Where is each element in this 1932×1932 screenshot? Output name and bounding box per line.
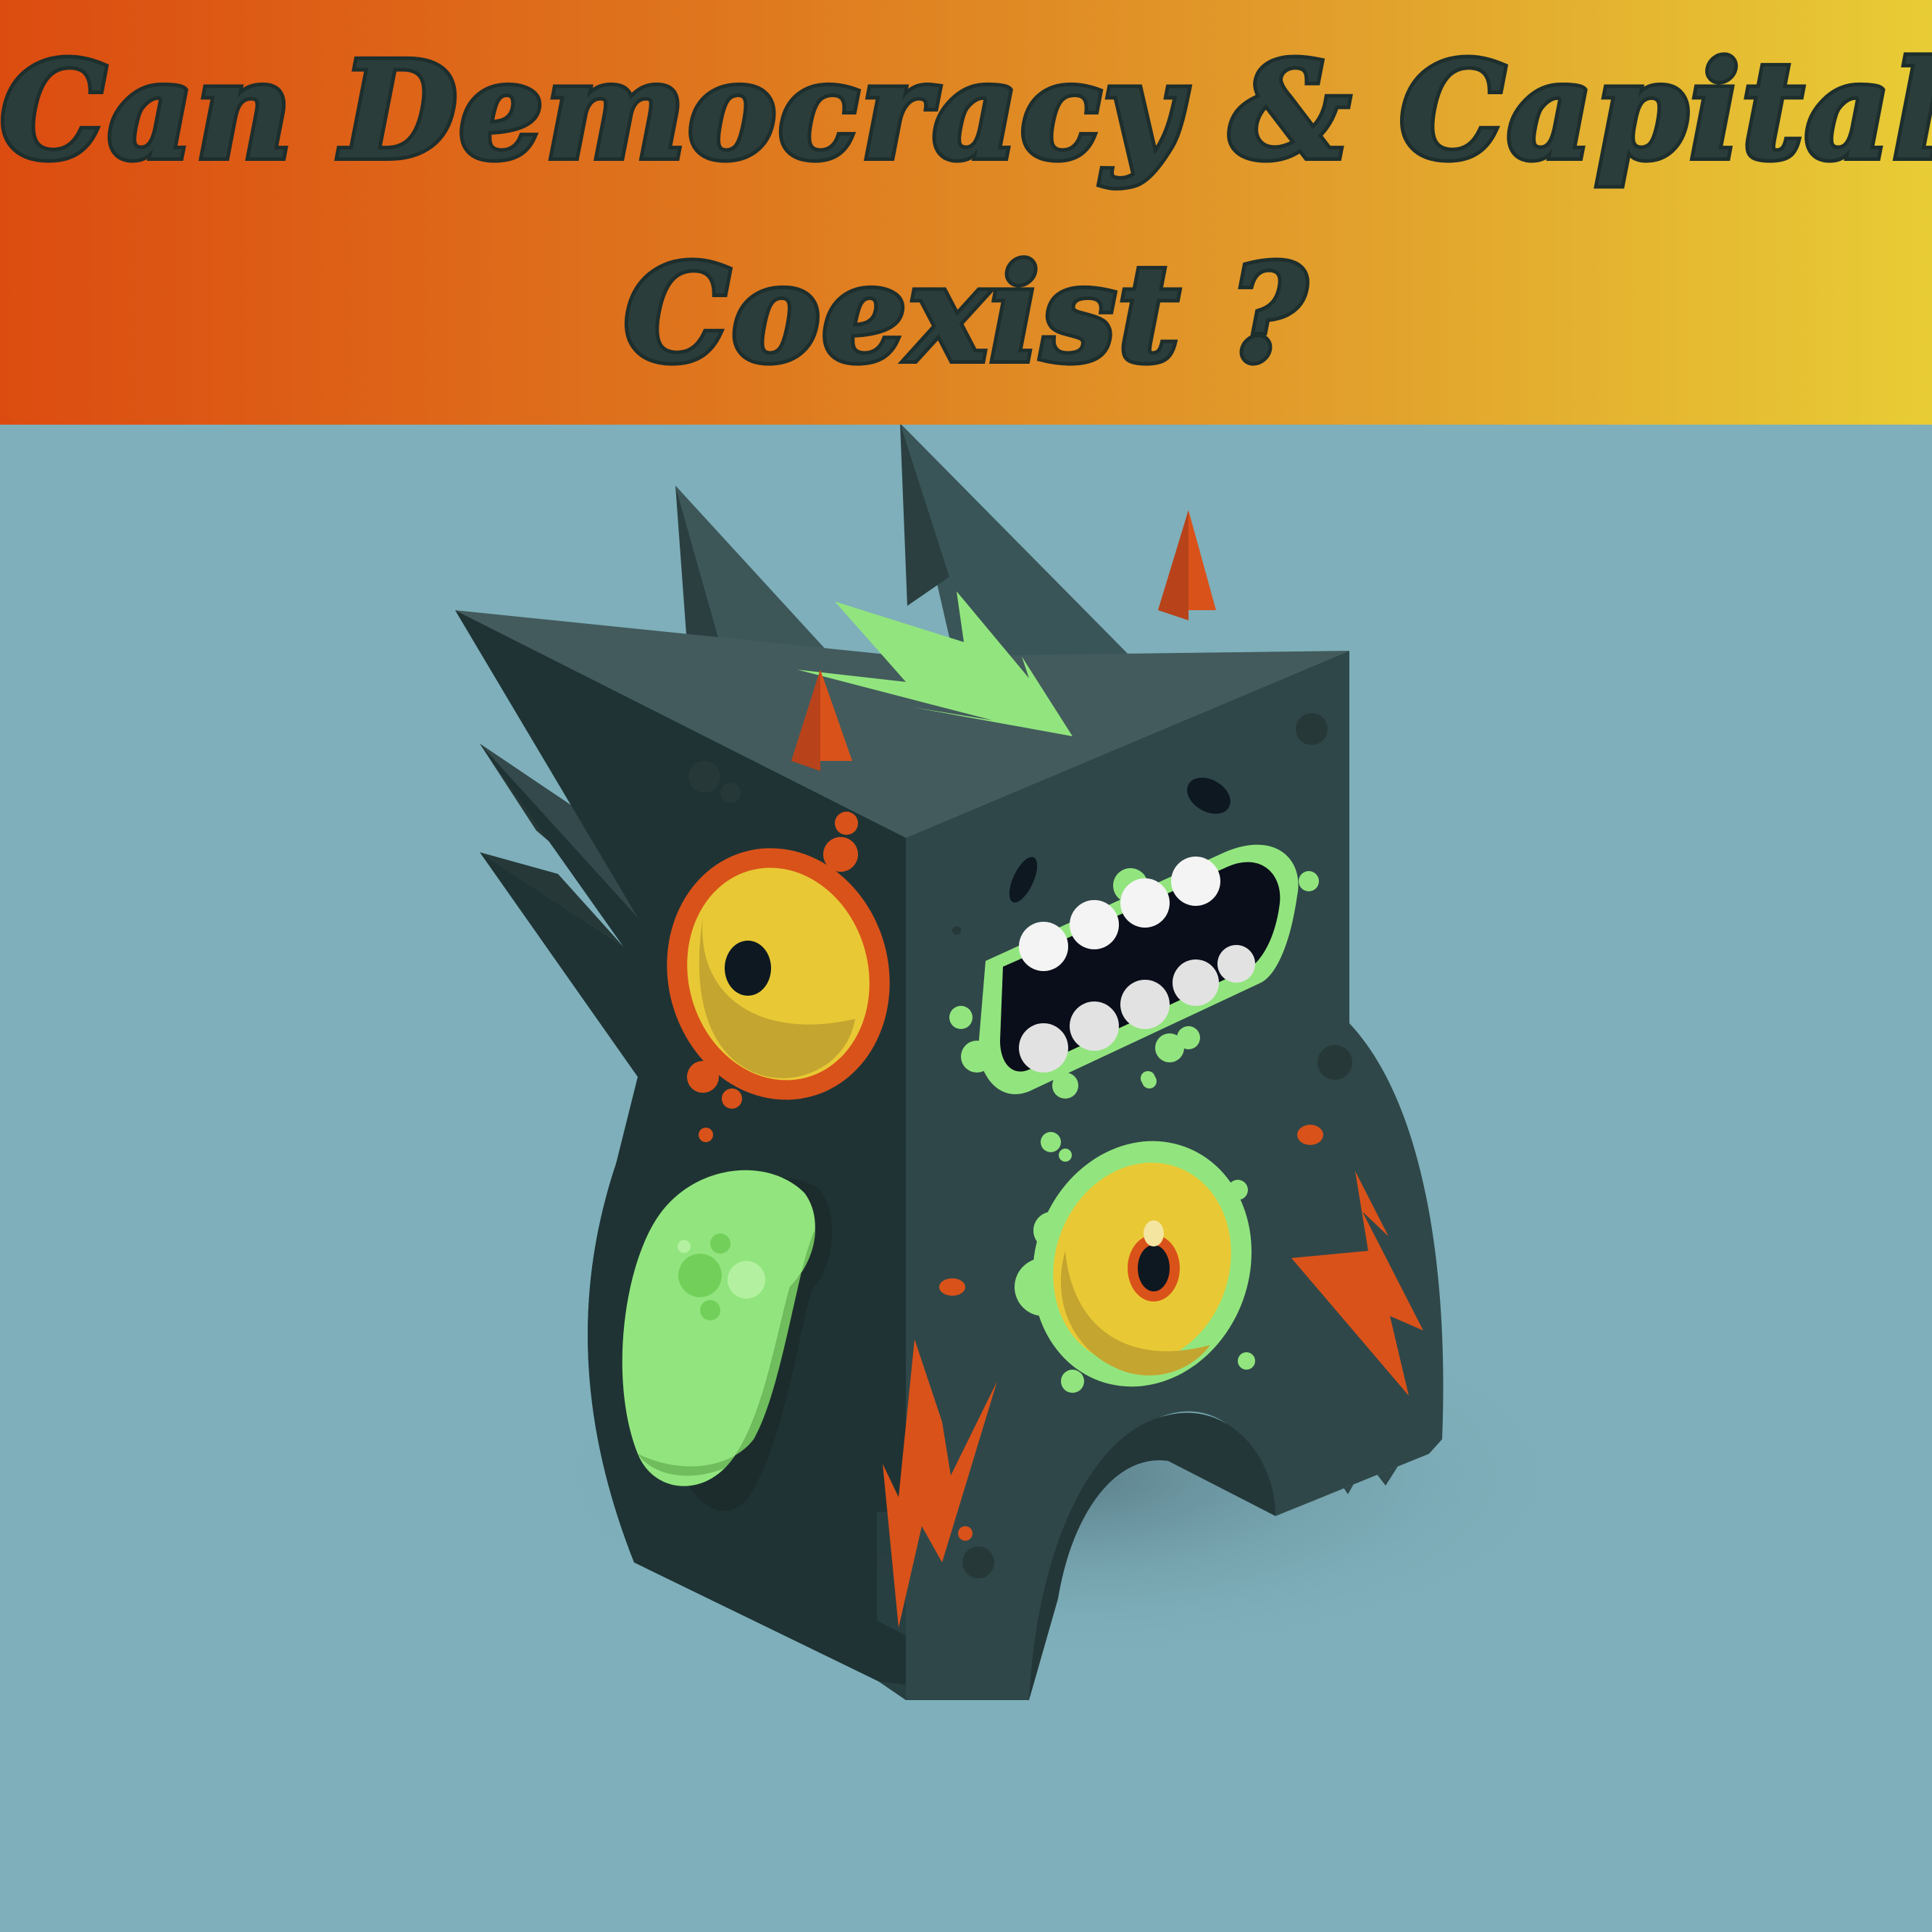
title-line-1: Can Democracy & Capitalism xyxy=(0,29,1932,193)
spot xyxy=(962,1546,994,1578)
spot xyxy=(1317,1045,1352,1080)
monster-icon xyxy=(455,425,1580,1700)
illustration-area xyxy=(0,425,1932,1932)
horn-right-shade xyxy=(1158,510,1188,620)
spot xyxy=(720,783,741,803)
spot xyxy=(1296,713,1328,745)
title-line-2: Coexist ? xyxy=(620,232,1310,396)
spot-orange xyxy=(1297,1125,1323,1145)
spot-orange xyxy=(958,1526,973,1541)
title-banner: Can Democracy & Capitalism Coexist ? xyxy=(0,0,1932,425)
spot-orange xyxy=(939,1278,965,1296)
spot xyxy=(688,761,720,793)
spot-small xyxy=(952,926,961,935)
